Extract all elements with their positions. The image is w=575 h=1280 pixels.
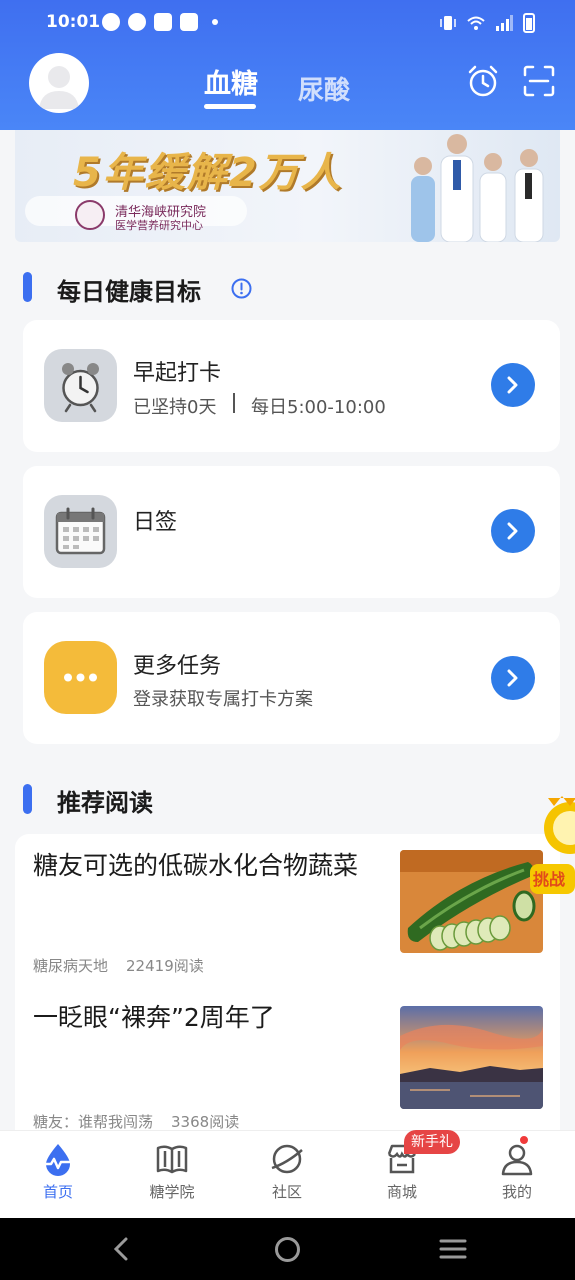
home-circle-icon[interactable] (274, 1236, 301, 1263)
notification-icons (102, 13, 218, 31)
planet-icon (271, 1144, 303, 1174)
nav-profile[interactable]: 我的 (472, 1141, 562, 1202)
task-card-early-rise[interactable]: 早起打卡 已坚持0天 每日5:00-10:00 (23, 320, 560, 452)
wifi-icon (467, 16, 485, 30)
vibrate-icon (440, 16, 456, 30)
task-card-more[interactable]: 更多任务 登录获取专属打卡方案 (23, 612, 560, 744)
section-marker (23, 272, 32, 302)
chevron-right-icon (507, 522, 518, 540)
section-marker (23, 784, 32, 814)
go-button[interactable] (491, 363, 535, 407)
recents-menu-icon[interactable] (439, 1236, 467, 1262)
task-title: 更多任务 (133, 654, 222, 679)
scan-icon[interactable] (522, 64, 556, 98)
article-reads: 3368阅读 (171, 1113, 240, 1130)
banner-org-dept: 医学营养研究中心 (115, 219, 203, 232)
article-source: 糖友：谁帮我闯荡 (33, 1113, 154, 1130)
go-button[interactable] (491, 656, 535, 700)
store-badge: 新手礼 (404, 1130, 460, 1154)
challenge-badge-label: 挑战 (533, 870, 565, 889)
divider (233, 393, 235, 413)
task-streak: 已坚持0天 (133, 397, 217, 418)
mail-icon (154, 13, 172, 31)
task-title: 早起打卡 (133, 361, 222, 386)
tab-blood-sugar[interactable]: 血糖 (204, 62, 258, 101)
info-icon[interactable] (231, 278, 252, 299)
nav-label: 商城 (386, 1183, 417, 1201)
article-source: 糖尿病天地 (33, 957, 109, 975)
tab-uric-acid[interactable]: 尿酸 (298, 70, 350, 107)
article-meta: 糖友：谁帮我闯荡 3368阅读 (33, 1111, 239, 1130)
notification-dot (518, 1134, 530, 1146)
nav-academy[interactable]: 糖学院 (127, 1141, 217, 1202)
signal-icon (496, 15, 513, 31)
nav-label: 社区 (271, 1183, 302, 1201)
back-icon[interactable] (110, 1236, 134, 1262)
active-tab-indicator (204, 104, 256, 109)
daily-goals-title: 每日健康目标 (57, 278, 201, 306)
article-reads: 22419阅读 (126, 957, 204, 975)
nav-home[interactable]: 首页 (13, 1141, 103, 1202)
sunset-photo (400, 1006, 543, 1109)
recommended-title: 推荐阅读 (57, 789, 153, 817)
avatar[interactable] (29, 53, 89, 113)
chevron-right-icon (507, 669, 518, 687)
status-time: 10:01 (46, 12, 101, 32)
nav-label: 首页 (42, 1183, 73, 1201)
speedometer-icon (128, 13, 146, 31)
nav-community[interactable]: 社区 (242, 1141, 332, 1202)
go-button[interactable] (491, 509, 535, 553)
article-title: 一眨眼“裸奔”2周年了 (33, 1003, 275, 1032)
task-title: 日签 (133, 510, 178, 535)
calendar-icon (44, 495, 117, 568)
user-silhouette-icon (39, 66, 79, 109)
status-bar: 10:01 (0, 0, 575, 46)
promo-banner[interactable]: 5年缓解2万人 清华海峡研究院 医学营养研究中心 (15, 130, 560, 242)
alarm-clock-icon (44, 349, 117, 422)
book-icon (156, 1145, 188, 1174)
system-status-icons (439, 13, 535, 33)
task-time-window: 每日5:00-10:00 (251, 397, 386, 418)
university-seal-icon (75, 200, 105, 230)
bottom-nav: 首页 糖学院 社区 商城 我的 (0, 1130, 575, 1218)
cucumber-photo (400, 850, 543, 953)
banner-headline: 5年缓解2万人 (73, 150, 343, 196)
article-title: 糖友可选的低碳水化合物蔬菜 (33, 851, 359, 880)
mail-icon (180, 13, 198, 31)
alarm-icon[interactable] (466, 64, 500, 98)
task-card-daily-sign[interactable]: 日签 (23, 466, 560, 598)
more-dots-icon (44, 641, 117, 714)
battery-icon (523, 13, 535, 33)
nav-label: 糖学院 (149, 1183, 195, 1201)
app-header: 10:01 血糖 尿酸 (0, 0, 575, 130)
doctors-illustration (411, 134, 544, 242)
article-list: 糖友可选的低碳水化合物蔬菜 糖尿病天地 22419阅读 一眨眼“裸奔”2周年了 糖… (15, 834, 560, 1130)
article-meta: 糖尿病天地 22419阅读 (33, 955, 204, 976)
challenge-badge-icon[interactable]: 挑战 (530, 788, 575, 896)
system-nav-bar (0, 1218, 575, 1280)
chevron-right-icon (507, 376, 518, 394)
message-icon (102, 13, 120, 31)
task-subtitle: 登录获取专属打卡方案 (133, 689, 313, 710)
more-notifications-icon (212, 19, 218, 25)
home-drop-icon (42, 1144, 74, 1176)
nav-label: 我的 (501, 1183, 532, 1201)
user-icon (501, 1144, 533, 1176)
